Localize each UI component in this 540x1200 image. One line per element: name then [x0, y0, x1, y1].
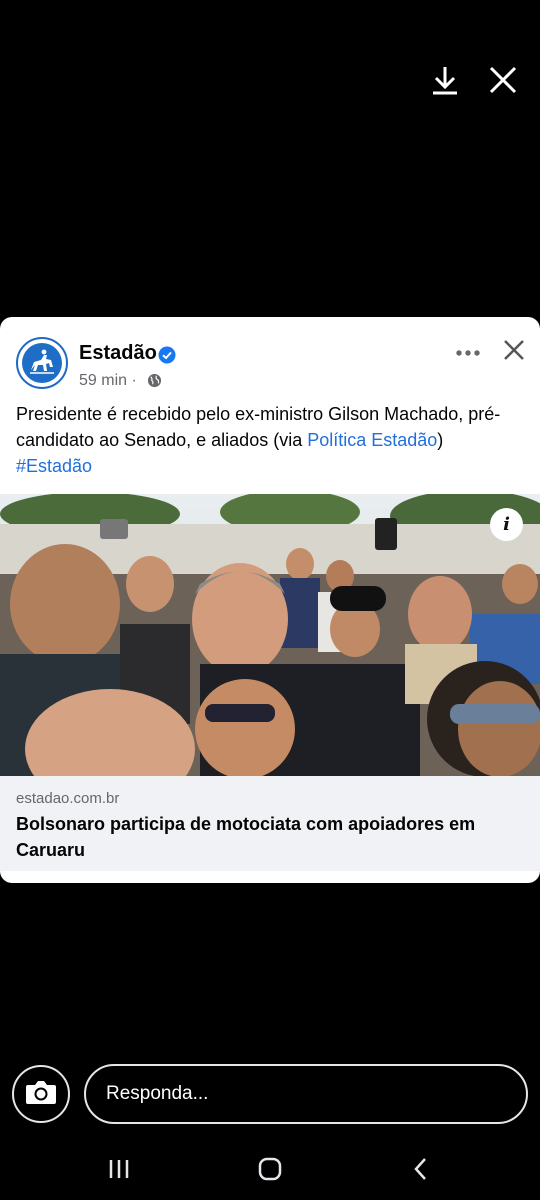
page-avatar[interactable]: [16, 337, 68, 389]
post-meta: 59 min ·: [79, 372, 137, 390]
post-mention-link[interactable]: Política Estadão: [307, 430, 437, 450]
more-options-icon[interactable]: [455, 345, 481, 356]
link-headline[interactable]: Bolsonaro participa de motociata com apo…: [16, 811, 526, 863]
post-text-close: ): [437, 430, 444, 450]
hashtag-link[interactable]: #Estadão: [16, 456, 92, 476]
hide-post-icon[interactable]: [502, 338, 526, 362]
camera-icon: [25, 1079, 57, 1110]
link-domain: estadao.com.br: [16, 790, 120, 807]
post-photo[interactable]: [0, 494, 540, 776]
globe-icon: [147, 373, 162, 388]
post-time[interactable]: 59 min: [79, 372, 127, 389]
verified-badge-icon: [158, 346, 176, 364]
download-icon[interactable]: [427, 62, 463, 98]
page-name[interactable]: Estadão: [79, 342, 157, 365]
horse-rider-logo-icon: [22, 343, 62, 383]
recents-icon[interactable]: [102, 1152, 136, 1186]
info-icon[interactable]: i: [490, 508, 523, 541]
close-icon[interactable]: [485, 62, 521, 98]
meta-separator: ·: [131, 372, 137, 389]
reply-placeholder: Responda...: [106, 1083, 209, 1104]
post-text: Presidente é recebido pelo ex-ministro G…: [16, 401, 531, 479]
camera-button[interactable]: [12, 1065, 70, 1123]
home-icon[interactable]: [253, 1152, 287, 1186]
back-icon[interactable]: [404, 1152, 438, 1186]
reply-input[interactable]: Responda...: [84, 1064, 528, 1124]
